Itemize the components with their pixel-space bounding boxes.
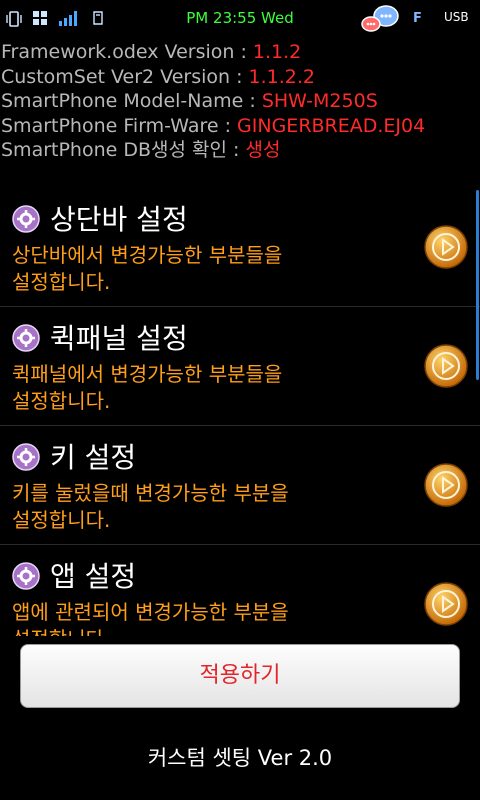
status-time: PM 23:55 Wed: [186, 9, 294, 27]
info-value: GINGERBREAD.EJ04: [237, 114, 426, 137]
item-description: 앱에 관련되어 변경가능한 부분을 설정합니다.: [12, 599, 372, 636]
app-settings-item[interactable]: 앱 설정 앱에 관련되어 변경가능한 부분을 설정합니다.: [0, 545, 480, 636]
info-label: SmartPhone Firm-Ware :: [1, 114, 238, 137]
item-description: 퀵패널에서 변경가능한 부분들을 설정합니다.: [12, 361, 372, 415]
desc-line: 상단바에서 변경가능한 부분들을: [12, 243, 283, 267]
desc-line: 퀵패널에서 변경가능한 부분들을: [12, 362, 283, 386]
status-bar: PM 23:55 Wed F USB: [0, 0, 480, 38]
arrow-right-icon[interactable]: [423, 224, 469, 270]
arrow-right-icon[interactable]: [423, 581, 469, 627]
app-version-footer: 커스텀 셋팅 Ver 2.0: [147, 746, 333, 770]
item-title: 상단바 설정: [50, 203, 188, 236]
info-label: SmartPhone Model-Name :: [1, 90, 262, 112]
settings-list[interactable]: 상단바 설정 상단바에서 변경가능한 부분들을 설정합니다. 퀵패널 설정 퀵패…: [0, 188, 480, 636]
desc-line: 키를 눌렀을때 변경가능한 부분을: [12, 481, 289, 505]
statusbar-settings-item[interactable]: 상단바 설정 상단바에서 변경가능한 부분들을 설정합니다.: [0, 188, 480, 307]
info-label: Framework.odex Version :: [1, 41, 253, 63]
firmware-line: SmartPhone Firm-Ware : GINGERBREAD.EJ04: [0, 114, 480, 139]
chat-icon: [361, 5, 399, 32]
f-indicator: F: [413, 11, 422, 26]
gear-icon: [12, 205, 40, 233]
quickpanel-settings-item[interactable]: 퀵패널 설정 퀵패널에서 변경가능한 부분들을 설정합니다.: [0, 307, 480, 426]
usb-indicator: USB: [444, 10, 469, 24]
customset-version-line: CustomSet Ver2 Version : 1.1.2.2: [0, 65, 480, 90]
gear-icon: [12, 562, 40, 590]
info-label: SmartPhone DB생성 확인 :: [1, 139, 246, 161]
db-status-line: SmartPhone DB생성 확인 : 생성: [0, 138, 480, 163]
info-label: CustomSet Ver2 Version :: [1, 65, 249, 88]
info-value: 생성: [245, 139, 281, 161]
info-value: 1.1.2: [252, 41, 302, 63]
framework-version-line: Framework.odex Version : 1.1.2: [0, 40, 480, 65]
info-value: 1.1.2.2: [248, 65, 316, 88]
arrow-right-icon[interactable]: [423, 343, 469, 389]
apply-button[interactable]: 적용하기: [20, 644, 460, 708]
desc-line: 설정합니다.: [12, 389, 111, 413]
desc-line: 설정합니다.: [12, 626, 372, 636]
item-title: 퀵패널 설정: [50, 322, 188, 355]
item-description: 키를 눌렀을때 변경가능한 부분을 설정합니다.: [12, 480, 372, 534]
arrow-right-icon[interactable]: [423, 462, 469, 508]
desc-line: 설정합니다.: [12, 508, 111, 532]
version-info: Framework.odex Version : 1.1.2 CustomSet…: [0, 40, 480, 163]
info-value: SHW-M250S: [261, 90, 378, 112]
desc-line: 앱에 관련되어 변경가능한 부분을: [12, 600, 289, 624]
gear-icon: [12, 324, 40, 352]
gear-icon: [12, 443, 40, 471]
key-settings-item[interactable]: 키 설정 키를 눌렀을때 변경가능한 부분을 설정합니다.: [0, 426, 480, 545]
item-description: 상단바에서 변경가능한 부분들을 설정합니다.: [12, 242, 372, 296]
item-title: 앱 설정: [50, 560, 137, 593]
item-title: 키 설정: [50, 441, 137, 474]
scrollbar[interactable]: [476, 190, 479, 380]
desc-line: 설정합니다.: [12, 270, 111, 294]
model-name-line: SmartPhone Model-Name : SHW-M250S: [0, 89, 480, 114]
